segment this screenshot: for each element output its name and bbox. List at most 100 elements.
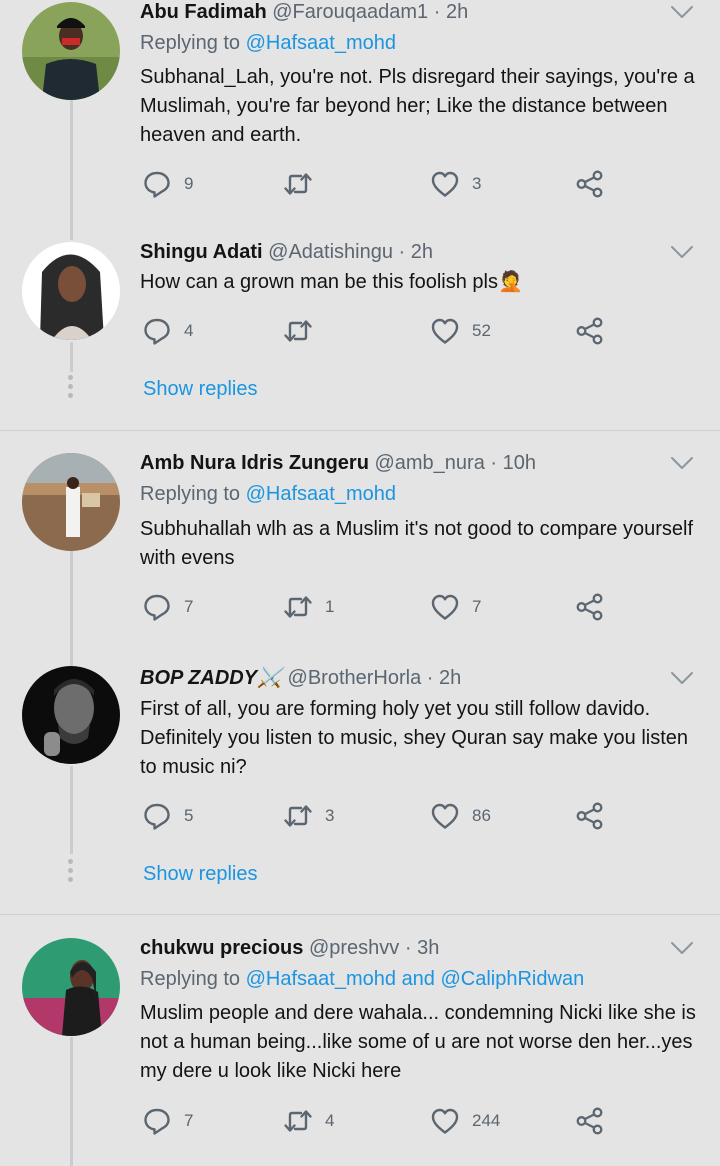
retweet-icon [283,592,313,622]
retweet-button[interactable]: 1 [283,592,334,622]
share-button[interactable] [575,169,605,199]
reply-count: 7 [184,597,194,616]
separator-dot: · [404,937,412,959]
reply-count: 9 [184,174,194,193]
tweet[interactable]: BOP ZADDY⚔️ @BrotherHorla · 2h First of … [0,660,720,913]
like-button[interactable]: 86 [430,801,491,831]
thread-line [70,230,73,240]
mention-link[interactable]: @Hafsaat_mohd [246,32,396,54]
share-icon [575,801,605,831]
reply-icon [142,592,172,622]
tweet[interactable]: chukwu precious @preshvv · 3h Replying t… [0,915,720,1166]
display-name[interactable]: Amb Nura Idris Zungeru [140,452,369,474]
avatar[interactable] [22,242,120,340]
reply-icon [142,1106,172,1136]
replying-to: Replying to @Hafsaat_mohd and @CaliphRid… [140,967,584,991]
share-icon [575,1106,605,1136]
thread-line [70,100,73,230]
tweet-text: First of all, you are forming holy yet y… [140,698,689,778]
share-icon [575,169,605,199]
retweet-button[interactable] [283,316,325,346]
handle[interactable]: @Farouqaadam1 [272,1,428,23]
separator-dot: · [398,241,406,263]
chevron-down-icon[interactable] [670,670,694,686]
replying-to: Replying to @Hafsaat_mohd [140,31,396,55]
display-name[interactable]: Shingu Adati [140,241,263,263]
thread-line [70,342,73,372]
display-name[interactable]: BOP ZADDY⚔️ [140,667,282,689]
retweet-icon [283,801,313,831]
like-count: 7 [472,597,482,616]
heart-icon [430,801,460,831]
tweet-actions: 7 4 244 [140,1106,620,1136]
reply-icon [142,316,172,346]
share-button[interactable] [575,1106,605,1136]
tweet-text: Subhanal_Lah, you're not. Pls disregard … [140,66,695,146]
tweet-actions: 7 1 7 [140,592,620,622]
tweet[interactable]: Amb Nura Idris Zungeru @amb_nura · 10h R… [0,431,720,660]
reply-count: 5 [184,806,194,825]
reply-button[interactable]: 9 [142,169,193,199]
handle[interactable]: @Adatishingu [268,241,393,263]
chevron-down-icon[interactable] [670,244,694,260]
replying-to-label: Replying to [140,32,246,54]
share-button[interactable] [575,592,605,622]
display-name[interactable]: chukwu precious [140,937,303,959]
handle[interactable]: @amb_nura [374,452,484,474]
reply-icon [142,801,172,831]
mention-link[interactable]: @Hafsaat_mohd and @CaliphRidwan [246,968,585,990]
tweet[interactable]: Abu Fadimah @Farouqaadam1 · 2h Replying … [0,0,720,230]
show-replies-link[interactable]: Show replies [143,377,258,401]
retweet-button[interactable] [283,169,325,199]
share-button[interactable] [575,801,605,831]
reply-button[interactable]: 7 [142,592,193,622]
like-button[interactable]: 7 [430,592,481,622]
chevron-down-icon[interactable] [670,455,694,471]
mention-link[interactable]: @Hafsaat_mohd [246,483,396,505]
share-button[interactable] [575,316,605,346]
heart-icon [430,592,460,622]
timestamp[interactable]: 10h [503,452,536,474]
chevron-down-icon[interactable] [670,4,694,20]
tweet[interactable]: Shingu Adati @Adatishingu · 2h How can a… [0,230,720,430]
share-icon [575,316,605,346]
tweet-actions: 9 3 [140,169,620,199]
retweet-count: 1 [325,597,335,616]
retweet-button[interactable]: 3 [283,801,334,831]
avatar[interactable] [22,2,120,100]
timestamp[interactable]: 2h [439,667,461,689]
like-count: 86 [472,806,491,825]
timestamp[interactable]: 2h [446,1,468,23]
separator-dot: · [433,1,441,23]
separator-dot: · [426,667,434,689]
avatar[interactable] [22,938,120,1036]
handle[interactable]: @BrotherHorla [288,667,422,689]
handle[interactable]: @preshvv [309,937,399,959]
reply-button[interactable]: 4 [142,316,193,346]
chevron-down-icon[interactable] [670,940,694,956]
like-button[interactable]: 3 [430,169,481,199]
avatar[interactable] [22,453,120,551]
like-count: 244 [472,1111,501,1130]
retweet-button[interactable]: 4 [283,1106,334,1136]
replying-to-label: Replying to [140,968,246,990]
retweet-count: 4 [325,1111,335,1130]
show-replies-link[interactable]: Show replies [143,862,258,886]
heart-icon [430,169,460,199]
thread-line [70,766,73,854]
retweet-icon [283,316,313,346]
tweet-text: How can a grown man be this foolish pls🤦 [140,271,523,293]
share-icon [575,592,605,622]
timestamp[interactable]: 2h [411,241,433,263]
replying-to-label: Replying to [140,483,246,505]
like-count: 3 [472,174,482,193]
thread-line [70,1037,73,1166]
retweet-count: 3 [325,806,335,825]
reply-button[interactable]: 7 [142,1106,193,1136]
timestamp[interactable]: 3h [417,937,439,959]
like-button[interactable]: 244 [430,1106,500,1136]
display-name[interactable]: Abu Fadimah [140,1,267,23]
like-button[interactable]: 52 [430,316,491,346]
avatar[interactable] [22,666,120,764]
reply-button[interactable]: 5 [142,801,193,831]
